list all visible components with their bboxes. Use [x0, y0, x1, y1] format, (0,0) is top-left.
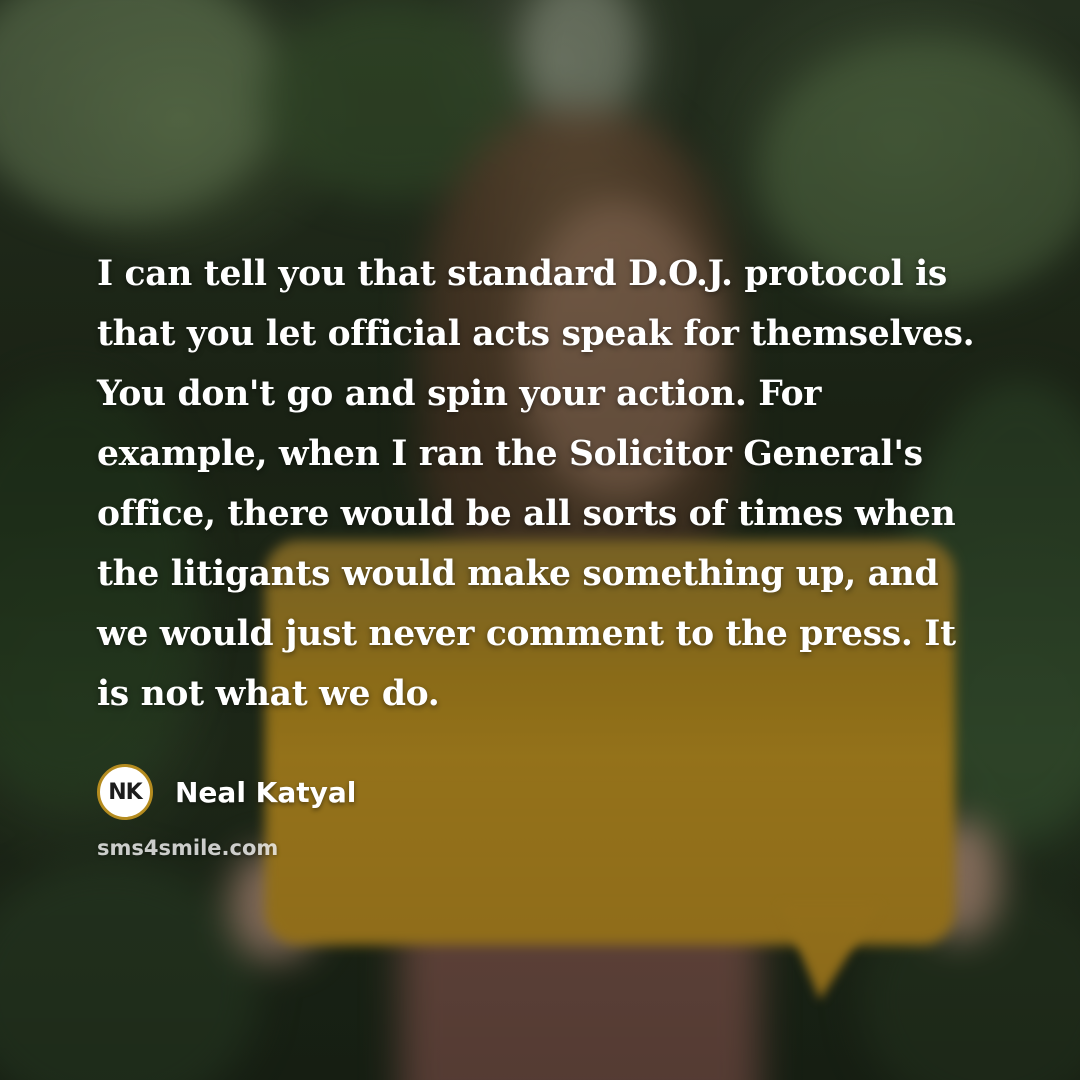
quote-text: I can tell you that standard D.O.J. prot…	[97, 244, 997, 724]
quote-card: I can tell you that standard D.O.J. prot…	[0, 0, 1080, 1080]
quote-line: I can tell you that standard D.O.J. prot…	[97, 254, 948, 294]
quote-line: example, when I ran the Solicitor Genera…	[97, 434, 923, 474]
quote-line: office, there would be all sorts of time…	[97, 494, 956, 534]
author-row: NK Neal Katyal	[97, 764, 356, 820]
website-watermark: sms4smile.com	[97, 836, 279, 860]
quote-line: that you let official acts speak for the…	[97, 314, 975, 354]
author-name: Neal Katyal	[175, 775, 357, 809]
quote-line: the litigants would make something up, a…	[97, 554, 939, 594]
quote-line: we would just never comment to the press…	[97, 614, 956, 654]
quote-line: You don't go and spin your action. For	[97, 374, 822, 414]
quote-line: is not what we do.	[97, 674, 440, 714]
author-avatar: NK	[97, 764, 153, 820]
